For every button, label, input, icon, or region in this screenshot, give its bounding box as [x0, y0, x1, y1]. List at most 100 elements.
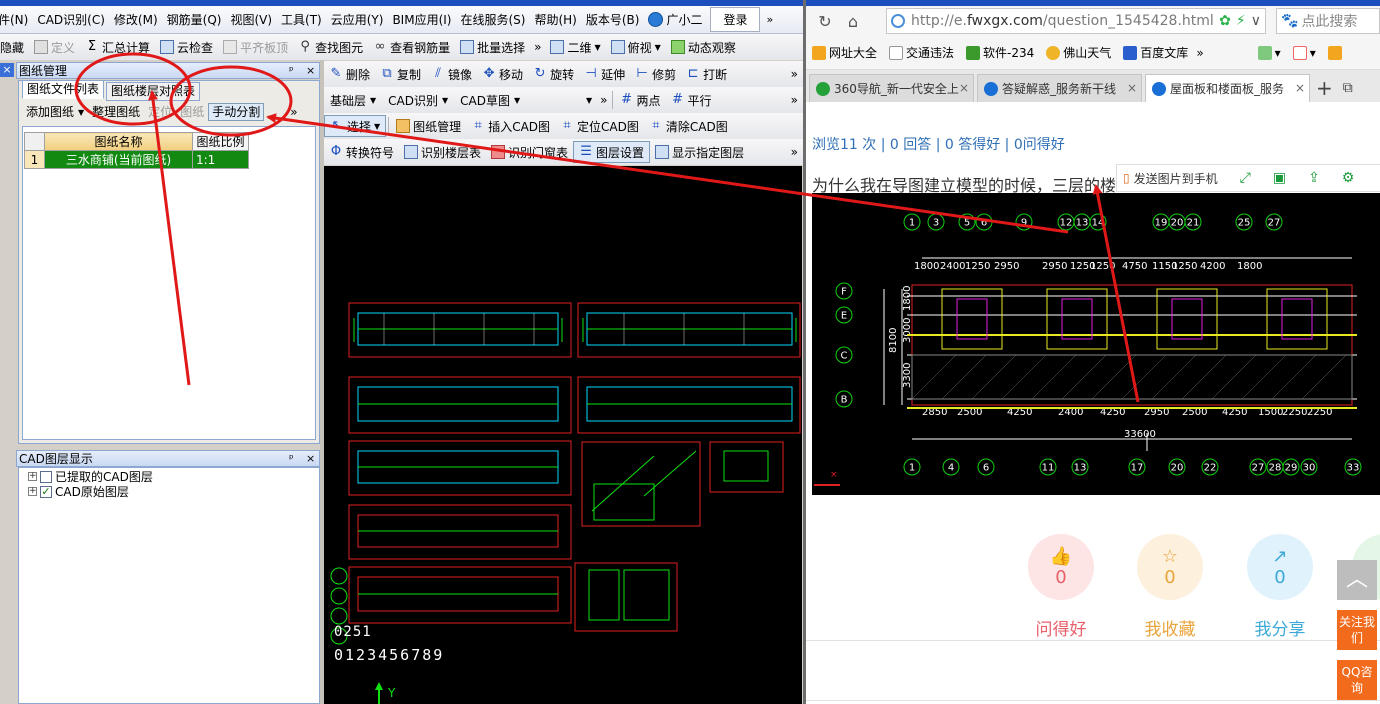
drawing-button[interactable]: 图纸	[176, 103, 208, 121]
cad-draft-dropdown[interactable]: CAD草图 ▼	[454, 92, 526, 109]
mirror-button[interactable]: ⫽ 镜像	[426, 63, 477, 85]
menu-version[interactable]: 版本号(B)	[586, 6, 649, 34]
restore-tab-icon[interactable]: ⧉	[1343, 74, 1353, 102]
panel-tools-more-icon[interactable]: »	[290, 105, 297, 119]
add-drawing-button[interactable]: 添加图纸	[22, 103, 78, 121]
menu-bim[interactable]: BIM应用(I)	[392, 6, 460, 34]
drawing-mgmt-button[interactable]: 图纸管理	[391, 115, 466, 137]
tab-close-icon[interactable]: ×	[1127, 81, 1137, 95]
tab-drawing-file-list[interactable]: 图纸文件列表	[22, 80, 105, 99]
share-icon[interactable]: ⇪	[1308, 170, 1320, 186]
menu-cad-recognition[interactable]: CAD识别(C)	[37, 6, 114, 34]
move-button[interactable]: ✥ 移动	[477, 63, 528, 85]
menu-online-service[interactable]: 在线服务(S)	[460, 6, 534, 34]
menu-modify[interactable]: 修改(M)	[114, 6, 167, 34]
layer-item-original[interactable]: + ✓ CAD原始图层	[28, 484, 153, 499]
expand-icon[interactable]: +	[28, 487, 37, 496]
blank-dropdown[interactable]: ▼	[526, 96, 598, 105]
address-bar[interactable]: http://e. fwxgx.com/question_1545428.html…	[886, 8, 1266, 34]
expand-icon[interactable]: +	[28, 472, 37, 481]
login-button[interactable]: 登录	[710, 7, 761, 32]
define-button[interactable]: 定义	[29, 36, 80, 58]
bookmarks-more-icon[interactable]: »	[1194, 46, 1205, 60]
view-rebar-button[interactable]: ∞ 查看钢筋量	[368, 36, 455, 58]
drawing-name-cell[interactable]: 三水商铺(当前图纸)	[44, 150, 193, 169]
send-to-phone-button[interactable]: ▯ 发送图片到手机	[1123, 170, 1218, 187]
tab-close-icon[interactable]: ×	[1295, 81, 1305, 95]
trim-button[interactable]: ⊢ 修剪	[630, 63, 681, 85]
menu-tools[interactable]: 工具(T)	[281, 6, 331, 34]
menu-view[interactable]: 视图(V)	[230, 6, 281, 34]
follow-us-button[interactable]: 关注我们	[1337, 610, 1377, 650]
copy-button[interactable]: ⧉ 复制	[375, 63, 426, 85]
layer-item-extracted[interactable]: + 已提取的CAD图层	[28, 469, 153, 484]
layer-toolbar-more-icon[interactable]: »	[598, 89, 609, 111]
browser-tab[interactable]: 答疑解惑_服务新干线 ×	[977, 74, 1142, 102]
menu-rebar[interactable]: 钢筋量(Q)	[167, 6, 231, 34]
menu-help[interactable]: 帮助(H)	[534, 6, 585, 34]
bookmark-item[interactable]: 百度文库	[1117, 44, 1194, 61]
home-icon[interactable]: ⌂	[844, 12, 862, 31]
extend-button[interactable]: ⊣ 延伸	[579, 63, 630, 85]
tab-drawing-floor-map[interactable]: 图纸楼层对照表	[106, 82, 201, 101]
apps-icon[interactable]: ▾	[1252, 45, 1287, 60]
browser-tab-active[interactable]: 屋面板和楼面板_服务 ×	[1145, 74, 1310, 102]
drawing-scale-cell[interactable]: 1:1	[192, 150, 249, 169]
floor-dropdown[interactable]: 基础层 ▼	[324, 92, 382, 109]
qq-consult-button[interactable]: QQ咨询	[1337, 660, 1377, 700]
checkbox-original[interactable]: ✓	[40, 485, 52, 498]
clear-cad-button[interactable]: ⌗ 清除CAD图	[644, 115, 733, 137]
break-button[interactable]: ⊏ 打断	[681, 63, 732, 85]
close-icon[interactable]: ×	[306, 63, 315, 78]
bookmark-item[interactable]: 网址大全	[806, 44, 883, 61]
cloud-check-button[interactable]: 云检查	[155, 36, 218, 58]
bookmark-item[interactable]: 佛山天气	[1040, 44, 1117, 61]
edit-toolbar-more-icon[interactable]: »	[785, 67, 804, 81]
like-button[interactable]: 👍 0	[1028, 534, 1094, 600]
layer-close-icon[interactable]: ×	[306, 451, 315, 466]
refresh-icon[interactable]: ↻	[816, 12, 834, 31]
recog-floor-table-button[interactable]: 识别楼层表	[399, 141, 486, 163]
like-label[interactable]: 问得好	[1016, 615, 1106, 640]
layer-settings-button[interactable]: ☰ 图层设置	[573, 141, 651, 163]
dynamic-view-button[interactable]: 动态观察	[666, 36, 741, 58]
cad-canvas[interactable]: 0251 0123456789 Y	[324, 166, 802, 704]
speed-icon[interactable]: ⚡	[1236, 13, 1246, 29]
pin-icon[interactable]: ᵖ	[289, 63, 294, 78]
flat-board-button[interactable]: 平齐板顶	[218, 36, 293, 58]
cad-recog-dropdown[interactable]: CAD识别 ▼	[382, 92, 454, 109]
floor-plan-image[interactable]: 1 3 5 6 9 12 13 14 19 20 21 25 27 1 4 6 11 13 17 20 22 27 28 2…	[812, 193, 1380, 495]
cad-toolbar2-more-icon[interactable]: »	[785, 145, 804, 159]
search-input[interactable]: 🐾 点此搜索	[1276, 8, 1380, 34]
favorite-button[interactable]: ☆ 0	[1137, 534, 1203, 600]
add-drawing-arrow-icon[interactable]: ▼	[78, 108, 84, 117]
manual-split-button[interactable]: 手动分割	[208, 103, 265, 121]
checkbox-extracted[interactable]	[40, 470, 52, 483]
hide-button[interactable]: 隐藏	[0, 36, 29, 58]
bookmark-item[interactable]: 交通违法	[883, 44, 960, 61]
rotate-button[interactable]: ↻ 旋转	[528, 63, 579, 85]
find-element-button[interactable]: ⚲ 查找图元	[293, 36, 368, 58]
parallel-button[interactable]: # 平行	[666, 89, 717, 111]
save-icon[interactable]: ▣	[1273, 170, 1286, 186]
layer-toolbar-more2-icon[interactable]: »	[785, 93, 804, 107]
security-icon[interactable]: ✿	[1219, 13, 1231, 29]
bookmark-item[interactable]: 软件-234	[960, 44, 1040, 61]
browser-tab[interactable]: 360导航_新一代安全上 ×	[809, 74, 974, 102]
layer-pin-icon[interactable]: ᵖ	[289, 451, 294, 466]
assistant-button[interactable]: 广小二	[648, 11, 702, 28]
fullscreen-icon[interactable]: ⤢	[1240, 170, 1251, 186]
two-points-button[interactable]: # 两点	[615, 89, 666, 111]
delete-button[interactable]: ✎ 删除	[324, 63, 375, 85]
dropdown-icon[interactable]: ∨	[1251, 13, 1261, 29]
locate-cad-button[interactable]: ⌗ 定位CAD图	[555, 115, 644, 137]
settings-icon[interactable]: ⚙	[1342, 170, 1355, 186]
panel-close-icon[interactable]: ×	[0, 63, 14, 77]
toolbar1-more-icon[interactable]: »	[530, 36, 545, 58]
menu-cloud[interactable]: 云应用(Y)	[331, 6, 393, 34]
menu-file[interactable]: 件(N)	[0, 6, 37, 34]
recog-door-window-button[interactable]: 识别门窗表	[486, 141, 573, 163]
table-row[interactable]: 1 三水商铺(当前图纸) 1:1	[24, 150, 249, 169]
locate-drawing-button[interactable]: 定位	[144, 103, 176, 121]
show-layer-button[interactable]: 显示指定图层	[650, 141, 749, 163]
